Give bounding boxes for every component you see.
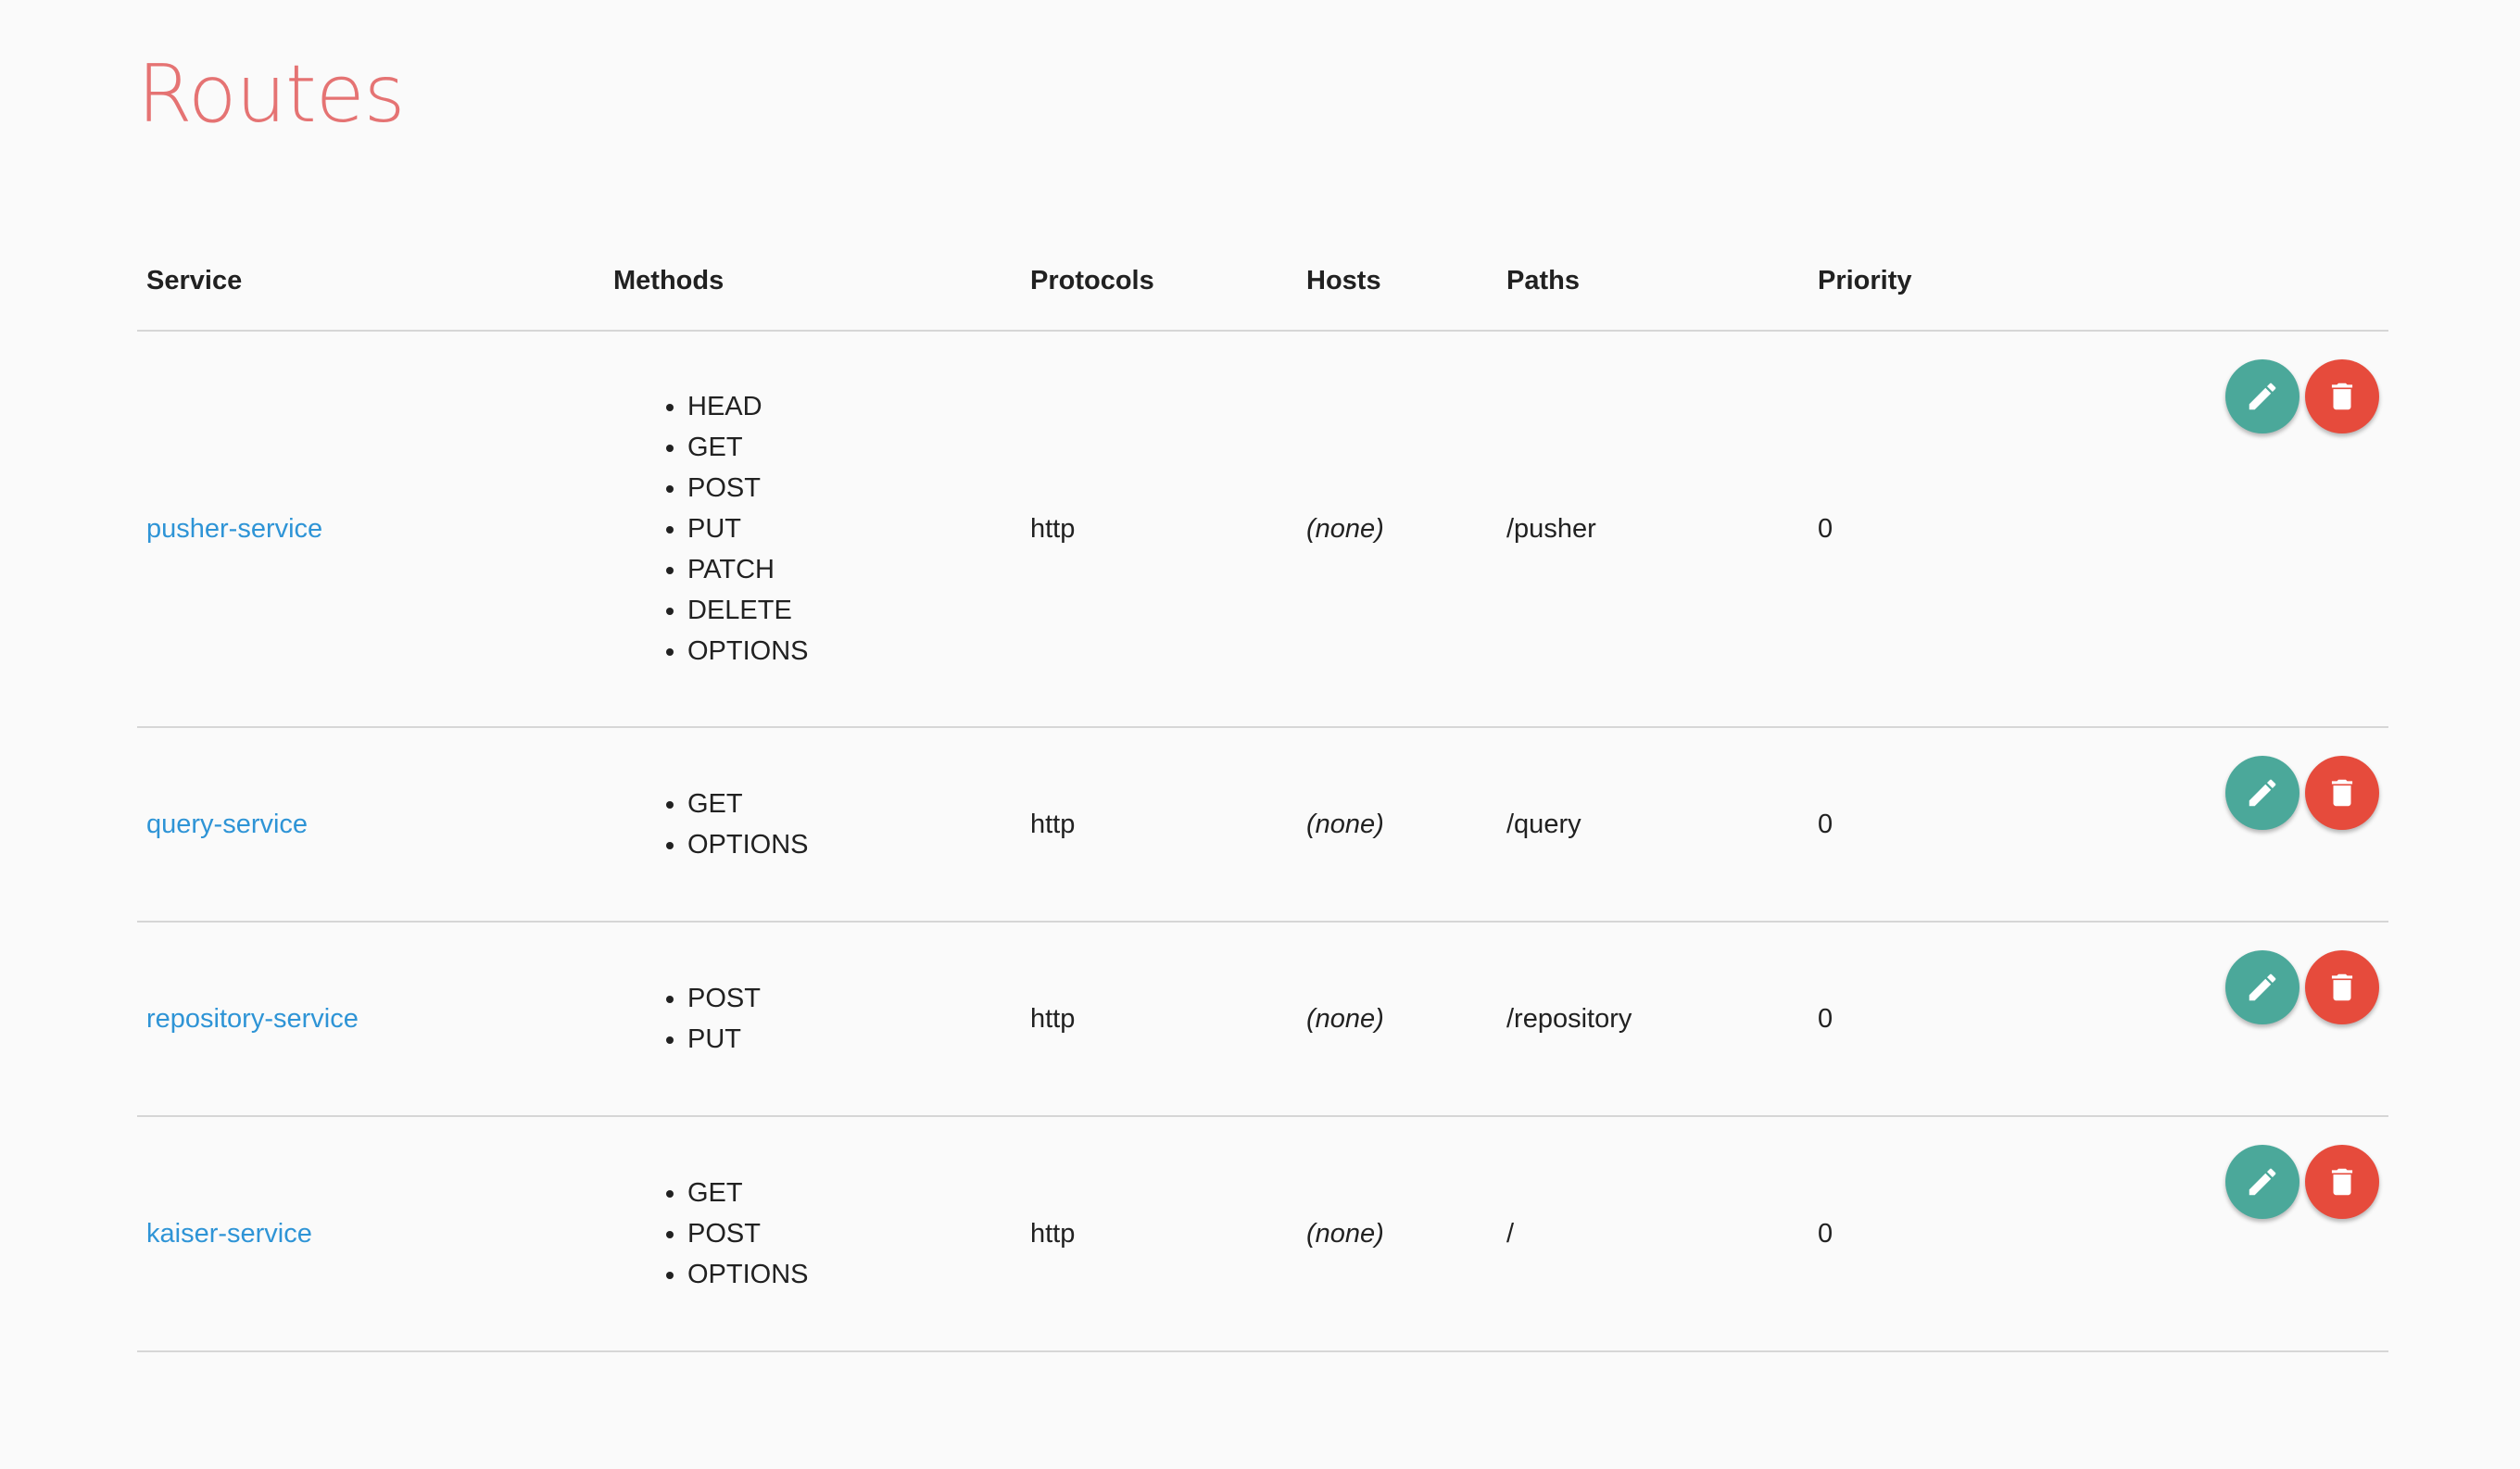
hosts-cell: (none) — [1297, 727, 1497, 923]
service-link[interactable]: pusher-service — [146, 514, 322, 544]
table-row: pusher-service HEAD GET POST PUT PATCH D… — [137, 331, 2388, 728]
protocols-cell: http — [1021, 922, 1297, 1117]
methods-cell: POST PUT — [604, 922, 1021, 1117]
methods-cell: GET POST OPTIONS — [604, 1116, 1021, 1352]
priority-cell: 0 — [1808, 1116, 2086, 1352]
priority-cell: 0 — [1808, 727, 2086, 923]
hosts-cell: (none) — [1297, 331, 1497, 728]
table-body: pusher-service HEAD GET POST PUT PATCH D… — [137, 331, 2388, 1352]
priority-cell: 0 — [1808, 331, 2086, 728]
methods-list: GET OPTIONS — [613, 784, 1021, 865]
delete-button[interactable] — [2305, 756, 2379, 830]
actions-cell — [2086, 331, 2388, 728]
header-service: Service — [137, 232, 604, 332]
service-cell: repository-service — [137, 922, 604, 1117]
header-priority: Priority — [1808, 232, 2086, 332]
methods-list: GET POST OPTIONS — [613, 1173, 1021, 1295]
edit-button[interactable] — [2225, 950, 2300, 1024]
pencil-icon — [2249, 383, 2276, 410]
method-item: POST — [687, 468, 1021, 508]
pencil-icon — [2249, 1168, 2276, 1196]
protocols-cell: http — [1021, 1116, 1297, 1352]
row-actions — [2225, 359, 2379, 433]
trash-icon — [2331, 1168, 2353, 1196]
header-methods: Methods — [604, 232, 1021, 332]
header-actions — [2086, 232, 2388, 332]
table-row: query-service GET OPTIONS http (none) /q… — [137, 727, 2388, 923]
delete-button[interactable] — [2305, 359, 2379, 433]
methods-cell: HEAD GET POST PUT PATCH DELETE OPTIONS — [604, 331, 1021, 728]
actions-cell — [2086, 1116, 2388, 1352]
routes-table: Service Methods Protocols Hosts Paths Pr… — [137, 232, 2388, 1352]
header-protocols: Protocols — [1021, 232, 1297, 332]
trash-icon — [2331, 973, 2353, 1001]
protocols-cell: http — [1021, 727, 1297, 923]
service-link[interactable]: kaiser-service — [146, 1219, 312, 1249]
table-row: kaiser-service GET POST OPTIONS http (no… — [137, 1116, 2388, 1352]
actions-cell — [2086, 727, 2388, 923]
page-title: Routes — [137, 48, 405, 141]
header-paths: Paths — [1497, 232, 1808, 332]
delete-button[interactable] — [2305, 1145, 2379, 1219]
table-header: Service Methods Protocols Hosts Paths Pr… — [137, 232, 2388, 332]
method-item: POST — [687, 978, 1021, 1019]
edit-button[interactable] — [2225, 756, 2300, 830]
paths-cell: /pusher — [1497, 331, 1808, 728]
method-item: GET — [687, 784, 1021, 824]
service-cell: kaiser-service — [137, 1116, 604, 1352]
hosts-cell: (none) — [1297, 1116, 1497, 1352]
service-cell: pusher-service — [137, 331, 604, 728]
method-item: PATCH — [687, 549, 1021, 590]
method-item: OPTIONS — [687, 824, 1021, 865]
trash-icon — [2331, 779, 2353, 807]
protocols-cell: http — [1021, 331, 1297, 728]
row-actions — [2225, 1145, 2379, 1219]
method-item: HEAD — [687, 386, 1021, 427]
pencil-icon — [2249, 973, 2276, 1001]
method-item: POST — [687, 1213, 1021, 1254]
row-actions — [2225, 756, 2379, 830]
header-hosts: Hosts — [1297, 232, 1497, 332]
edit-button[interactable] — [2225, 1145, 2300, 1219]
row-actions — [2225, 950, 2379, 1024]
paths-cell: /repository — [1497, 922, 1808, 1117]
method-item: GET — [687, 427, 1021, 468]
service-cell: query-service — [137, 727, 604, 923]
service-link[interactable]: repository-service — [146, 1004, 359, 1034]
delete-button[interactable] — [2305, 950, 2379, 1024]
paths-cell: /query — [1497, 727, 1808, 923]
method-item: GET — [687, 1173, 1021, 1213]
actions-cell — [2086, 922, 2388, 1117]
methods-cell: GET OPTIONS — [604, 727, 1021, 923]
priority-cell: 0 — [1808, 922, 2086, 1117]
paths-cell: / — [1497, 1116, 1808, 1352]
pencil-icon — [2249, 779, 2276, 807]
method-item: PUT — [687, 1019, 1021, 1060]
service-link[interactable]: query-service — [146, 810, 308, 839]
header-row: Service Methods Protocols Hosts Paths Pr… — [137, 232, 2388, 332]
method-item: OPTIONS — [687, 631, 1021, 672]
hosts-cell: (none) — [1297, 922, 1497, 1117]
routes-page: Routes Service Methods Protocols Hosts P… — [0, 0, 2520, 1469]
method-item: OPTIONS — [687, 1254, 1021, 1295]
table-row: repository-service POST PUT http (none) … — [137, 922, 2388, 1117]
trash-icon — [2331, 383, 2353, 410]
edit-button[interactable] — [2225, 359, 2300, 433]
method-item: PUT — [687, 508, 1021, 549]
methods-list: HEAD GET POST PUT PATCH DELETE OPTIONS — [613, 386, 1021, 672]
method-item: DELETE — [687, 590, 1021, 631]
methods-list: POST PUT — [613, 978, 1021, 1060]
